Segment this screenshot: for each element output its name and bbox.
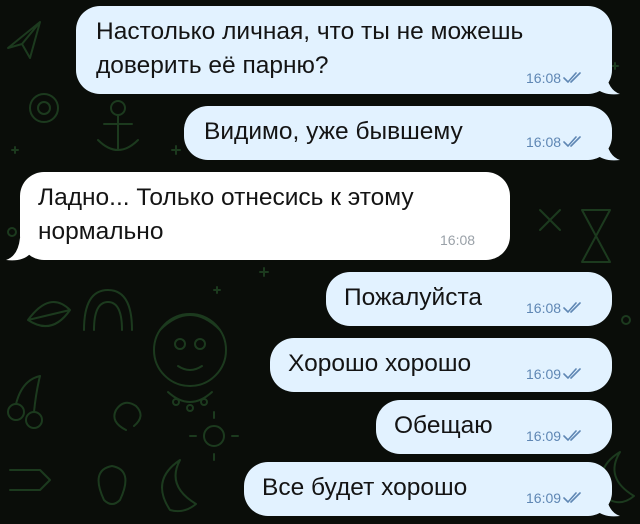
double-check-icon — [563, 72, 581, 83]
message-time: 16:09 — [526, 428, 562, 444]
bubble-tail — [596, 494, 620, 517]
horseshoe-doodle — [83, 289, 133, 331]
double-check-icon — [563, 136, 581, 147]
sparkle-doodle — [11, 146, 19, 154]
message-time: 16:08 — [526, 70, 562, 86]
bubble-doodle — [29, 93, 59, 123]
message-bubble-outgoing[interactable]: Видимо, уже бывшему 16:08 — [184, 106, 612, 160]
double-check-icon — [563, 430, 581, 441]
bubble-tail — [596, 138, 620, 161]
message-text: Все будет хорошо — [262, 474, 468, 501]
message-text: Настолько личная, что ты не можешь — [96, 18, 524, 45]
sun-doodle — [189, 411, 239, 461]
message-time: 16:08 — [526, 300, 562, 316]
cherries-doodle — [7, 375, 43, 429]
moon-doodle — [161, 459, 197, 513]
message-text: Видимо, уже бывшему — [204, 118, 463, 145]
message-bubble-outgoing[interactable]: Хорошо хорошо 16:09 — [270, 338, 612, 392]
bubble-tail — [6, 238, 30, 261]
message-text: Хорошо хорошо — [288, 350, 472, 377]
message-text: нормально — [38, 218, 164, 245]
message-text: Обещаю — [394, 412, 493, 439]
message-bubble-outgoing[interactable]: Все будет хорошо 16:09 — [244, 462, 612, 516]
swirl-doodle — [113, 401, 142, 431]
strawberry-doodle — [97, 465, 127, 505]
message-text: Пожалуйста — [344, 284, 483, 311]
message-bubble-outgoing[interactable]: Обещаю 16:09 — [376, 400, 612, 454]
chevron-doodle — [9, 469, 51, 491]
leaf-doodle — [27, 301, 71, 328]
message-time: 16:09 — [526, 366, 562, 382]
chat-view[interactable]: Настолько личная, что ты не можешь довер… — [0, 0, 640, 524]
message-time: 16:09 — [526, 490, 562, 506]
anchor-doodle — [97, 100, 139, 151]
message-bubble-incoming[interactable]: Ладно... Только отнесись к этому нормаль… — [20, 172, 510, 260]
bubble-tail — [596, 72, 620, 95]
portrait-doodle — [153, 313, 227, 412]
double-check-icon — [563, 368, 581, 379]
message-time: 16:08 — [440, 232, 476, 248]
double-check-icon — [563, 302, 581, 313]
hourglass-doodle — [581, 209, 611, 263]
message-text: доверить её парню? — [96, 52, 329, 79]
double-check-icon — [563, 492, 581, 503]
message-bubble-outgoing[interactable]: Настолько личная, что ты не можешь довер… — [76, 6, 612, 94]
message-time: 16:08 — [526, 134, 562, 150]
message-text: Ладно... Только отнесись к этому — [38, 184, 414, 211]
paper-plane-doodle — [7, 21, 41, 59]
message-bubble-outgoing[interactable]: Пожалуйста 16:08 — [326, 272, 612, 326]
